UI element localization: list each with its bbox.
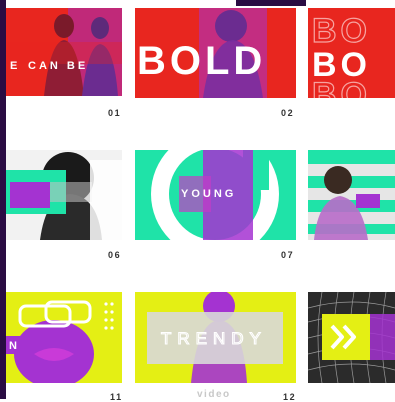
- can-be-text: CAN BE: [28, 60, 88, 72]
- bold-text: BOLD: [137, 39, 266, 83]
- young-artwork: YOUNG: [135, 150, 296, 240]
- bold-outline-artwork: BO BO BO: [308, 8, 395, 98]
- template-thumbnail-can-be[interactable]: E CAN BE: [6, 8, 122, 96]
- striped-artwork: [308, 150, 395, 240]
- trendy-text: TRENDY: [161, 329, 267, 348]
- can-be-artwork: E CAN BE: [6, 8, 122, 96]
- template-number: 12: [283, 392, 297, 402]
- sunglasses-artwork: [6, 150, 122, 240]
- template-thumbnail-bold-outline[interactable]: BO BO BO: [308, 8, 395, 98]
- svg-text:BO: BO: [312, 76, 371, 98]
- template-thumbnail-sunglasses[interactable]: [6, 150, 122, 240]
- template-number: 11: [110, 392, 123, 402]
- trendy-artwork: TRENDY: [135, 292, 296, 383]
- lips-artwork: N: [6, 292, 122, 383]
- template-thumbnail-grid-warp[interactable]: [308, 292, 395, 383]
- template-thumbnail-bold[interactable]: BOLD: [135, 8, 296, 98]
- grid-warp-artwork: [308, 292, 395, 383]
- template-thumbnail-striped[interactable]: [308, 150, 395, 240]
- lips-text: N: [9, 340, 17, 352]
- template-number: 06: [108, 250, 122, 260]
- template-thumbnail-trendy[interactable]: TRENDY: [135, 292, 296, 383]
- bold-artwork: BOLD: [135, 8, 296, 98]
- top-edge-strip: [236, 0, 306, 6]
- template-thumbnail-young[interactable]: YOUNG: [135, 150, 296, 240]
- template-number: 07: [281, 250, 295, 260]
- video-watermark: video: [197, 389, 231, 400]
- svg-text:BO: BO: [312, 12, 371, 50]
- can-be-prefix: E: [10, 60, 20, 72]
- template-number: 02: [281, 108, 295, 118]
- young-text: YOUNG: [181, 188, 236, 200]
- template-thumbnail-lips[interactable]: N: [6, 292, 122, 383]
- template-number: 01: [108, 108, 122, 118]
